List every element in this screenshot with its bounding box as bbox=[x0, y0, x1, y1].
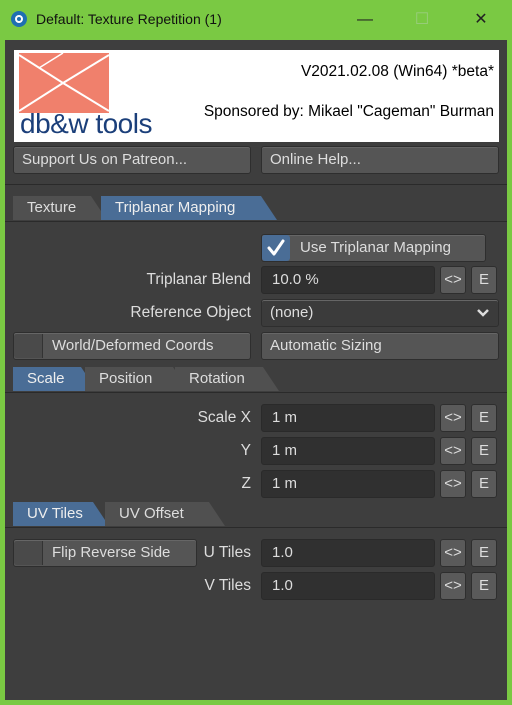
tab-rotation[interactable]: Rotation bbox=[175, 367, 279, 391]
envelope-icon: <> bbox=[444, 544, 462, 561]
triplanar-blend-label: Triplanar Blend bbox=[146, 271, 251, 288]
tab-uv-offset[interactable]: UV Offset bbox=[105, 502, 225, 526]
logo-text: db&w tools bbox=[20, 108, 152, 139]
envelope-button[interactable]: <> bbox=[440, 437, 466, 465]
envelope-button[interactable]: <> bbox=[440, 404, 466, 432]
version-text: V2021.02.08 (Win64) *beta* bbox=[300, 63, 494, 80]
tab-uv-tiles[interactable]: UV Tiles bbox=[13, 502, 109, 526]
world-deformed-label: World/Deformed Coords bbox=[52, 337, 214, 354]
chevron-down-icon bbox=[477, 309, 489, 317]
checkbox-checked[interactable] bbox=[262, 235, 290, 261]
reference-object-label: Reference Object bbox=[130, 304, 251, 321]
scale-x-input[interactable]: 1 m bbox=[261, 404, 435, 432]
checkbox-unchecked[interactable] bbox=[14, 334, 43, 358]
scale-z-label: Z bbox=[241, 475, 251, 492]
triplanar-blend-input[interactable]: 10.0 % bbox=[261, 266, 435, 294]
scale-y-input[interactable]: 1 m bbox=[261, 437, 435, 465]
reference-object-dropdown[interactable]: (none) bbox=[261, 299, 499, 327]
expression-button[interactable]: E bbox=[471, 437, 497, 465]
u-tiles-label: U Tiles bbox=[203, 544, 251, 561]
envelope-icon: <> bbox=[444, 577, 462, 594]
header-banner: db&w tools V2021.02.08 (Win64) *beta* Sp… bbox=[14, 50, 499, 142]
checkbox-unchecked[interactable] bbox=[14, 541, 43, 565]
tab-scale[interactable]: Scale bbox=[13, 367, 97, 391]
panel-body: db&w tools V2021.02.08 (Win64) *beta* Sp… bbox=[5, 40, 507, 700]
sponsor-text: Sponsored by: Mikael "Cageman" Burman bbox=[203, 103, 494, 120]
envelope-icon: <> bbox=[444, 409, 462, 426]
online-help-button[interactable]: Online Help... bbox=[261, 146, 499, 174]
checkmark-icon bbox=[267, 239, 285, 256]
scale-z-input[interactable]: 1 m bbox=[261, 470, 435, 498]
expression-button[interactable]: E bbox=[471, 266, 497, 294]
tab-underline bbox=[5, 527, 507, 528]
dbw-logo-graphic bbox=[19, 53, 109, 113]
scale-x-label: Scale X bbox=[197, 409, 251, 426]
expression-button[interactable]: E bbox=[471, 470, 497, 498]
v-tiles-input[interactable]: 1.0 bbox=[261, 572, 435, 600]
lightwave-app-icon bbox=[11, 11, 27, 27]
envelope-icon: <> bbox=[444, 271, 462, 288]
use-triplanar-label: Use Triplanar Mapping bbox=[300, 239, 451, 256]
expression-button[interactable]: E bbox=[471, 572, 497, 600]
tab-triplanar-mapping[interactable]: Triplanar Mapping bbox=[101, 196, 277, 220]
close-icon[interactable]: ✕ bbox=[466, 8, 496, 32]
automatic-sizing-button[interactable]: Automatic Sizing bbox=[261, 332, 499, 360]
minimize-icon[interactable]: — bbox=[350, 8, 380, 32]
scale-y-label: Y bbox=[240, 442, 251, 459]
envelope-icon: <> bbox=[444, 442, 462, 459]
envelope-button[interactable]: <> bbox=[440, 470, 466, 498]
expression-button[interactable]: E bbox=[471, 404, 497, 432]
use-triplanar-toggle[interactable]: Use Triplanar Mapping bbox=[261, 234, 486, 262]
window-title: Default: Texture Repetition (1) bbox=[36, 11, 222, 27]
flip-reverse-label: Flip Reverse Side bbox=[52, 544, 171, 561]
expression-button[interactable]: E bbox=[471, 539, 497, 567]
patreon-button[interactable]: Support Us on Patreon... bbox=[13, 146, 251, 174]
world-deformed-coords-toggle[interactable]: World/Deformed Coords bbox=[13, 332, 251, 360]
tab-texture[interactable]: Texture bbox=[13, 196, 107, 220]
envelope-icon: <> bbox=[444, 475, 462, 492]
u-tiles-input[interactable]: 1.0 bbox=[261, 539, 435, 567]
envelope-button[interactable]: <> bbox=[440, 572, 466, 600]
tab-position[interactable]: Position bbox=[85, 367, 189, 391]
reference-object-value: (none) bbox=[270, 304, 314, 321]
divider bbox=[5, 184, 507, 185]
app-window: Default: Texture Repetition (1) — ☐ ✕ db… bbox=[0, 0, 512, 705]
envelope-button[interactable]: <> bbox=[440, 266, 466, 294]
v-tiles-label: V Tiles bbox=[204, 577, 251, 594]
maximize-icon[interactable]: ☐ bbox=[407, 8, 437, 32]
envelope-button[interactable]: <> bbox=[440, 539, 466, 567]
tab-underline bbox=[5, 392, 507, 393]
tab-underline bbox=[5, 221, 507, 222]
title-bar: Default: Texture Repetition (1) — ☐ ✕ bbox=[0, 0, 512, 40]
